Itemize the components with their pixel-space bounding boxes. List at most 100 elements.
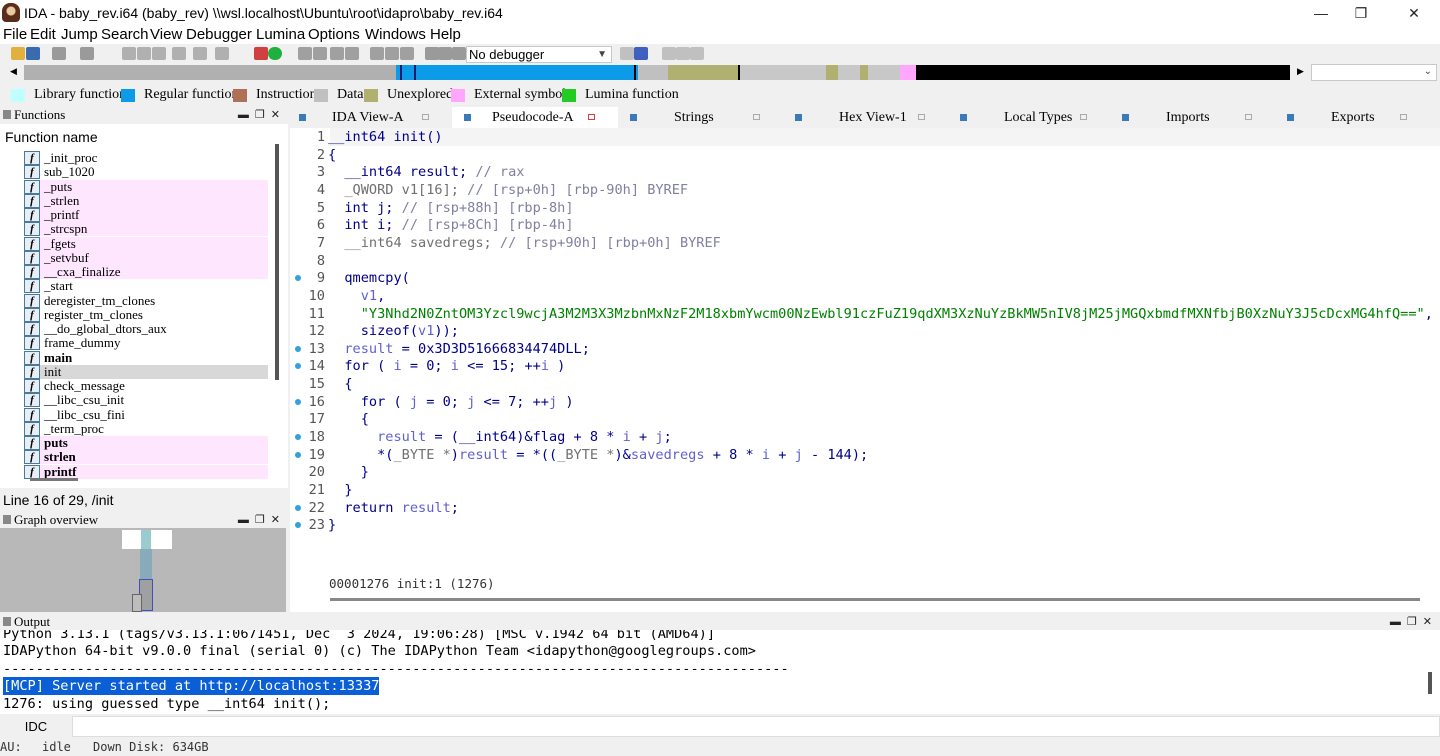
function-row[interactable]: f __do_global_dtors_aux (24, 322, 268, 336)
tab-close-icon[interactable] (918, 114, 925, 120)
segment-select[interactable]: ⌄ (1311, 64, 1437, 81)
function-row[interactable]: f printf (24, 464, 268, 479)
code-line[interactable]: 5 int j; // [rsp+88h] [rbp-8h] (290, 199, 1440, 217)
debugger-select[interactable]: No debugger ▼ (466, 46, 612, 63)
tab-close-icon[interactable] (753, 114, 760, 120)
idc-language-button[interactable]: IDC (0, 716, 72, 737)
breakpoint-marker-icon[interactable] (295, 345, 301, 352)
function-row[interactable]: f init (24, 364, 268, 379)
code-line[interactable]: 1 __int64 init() (290, 128, 1440, 146)
code-line[interactable]: 4 _QWORD v1[16]; // [rsp+0h] [rbp-90h] B… (290, 181, 1440, 199)
code-line[interactable]: 3 __int64 result; // rax (290, 163, 1440, 181)
tracing-icon[interactable] (676, 47, 690, 60)
function-row[interactable]: f _term_proc (24, 421, 268, 436)
code-line[interactable]: 22 return result; (290, 499, 1440, 517)
menu-search[interactable]: Search (101, 26, 149, 44)
menu-help[interactable]: Help (430, 26, 461, 44)
code-line[interactable]: 15 { (290, 375, 1440, 393)
function-row[interactable]: f main (24, 350, 268, 365)
menu-windows[interactable]: Windows (365, 26, 426, 44)
panel-grip-icon[interactable] (3, 515, 11, 524)
forward-icon[interactable] (80, 47, 94, 60)
back-icon[interactable] (52, 47, 66, 60)
struct-icon[interactable] (298, 47, 312, 60)
function-row[interactable]: f _start (24, 279, 268, 294)
panel-grip-icon[interactable] (3, 617, 11, 626)
code-line[interactable]: 19 *(_BYTE *)result = *((_BYTE *)&savedr… (290, 446, 1440, 464)
maximize-button[interactable]: ❐ (1338, 0, 1384, 26)
tab-pseudocode-a[interactable]: Pseudocode-A (452, 107, 618, 128)
tab-imports[interactable]: Imports (1110, 107, 1275, 128)
function-row[interactable]: f _setvbuf (24, 250, 268, 265)
function-row[interactable]: f __libc_csu_init (24, 393, 268, 408)
menu-debugger[interactable]: Debugger (186, 26, 252, 44)
code-line[interactable]: 21 } (290, 481, 1440, 499)
step-over-icon[interactable] (634, 47, 648, 60)
nav-left-arrow-icon[interactable]: ◀ (10, 66, 17, 77)
tab-close-icon[interactable] (1400, 114, 1407, 120)
tab-close-icon[interactable] (1080, 114, 1087, 120)
code-line[interactable]: 2{ (290, 146, 1440, 164)
tab-close-icon[interactable] (422, 114, 429, 120)
function-name-column-header[interactable]: Function name (5, 129, 98, 145)
breakpoint-list-icon[interactable] (662, 47, 676, 60)
output-window[interactable]: Python 3.13.1 (tags/v3.13.1:0671451, Dec… (0, 630, 1440, 714)
tab-local-types[interactable]: Local Types (948, 107, 1110, 128)
function-row[interactable]: f strlen (24, 450, 268, 465)
breakpoint-marker-icon[interactable] (295, 434, 301, 441)
code-line[interactable]: 12 sizeof(v1)); (290, 322, 1440, 340)
code-line[interactable]: 10 v1, (290, 287, 1440, 305)
functions-hscrollbar[interactable] (30, 478, 78, 481)
code-line[interactable]: 6 int i; // [rsp+8Ch] [rbp-4h] (290, 216, 1440, 234)
lumina-icon[interactable] (268, 47, 282, 60)
close-button[interactable]: ✕ (1391, 0, 1437, 26)
function-row[interactable]: f __cxa_finalize (24, 265, 268, 279)
panel-controls[interactable]: ▬❐✕ (238, 512, 286, 528)
breakpoint-marker-icon[interactable] (295, 522, 301, 529)
function-row[interactable]: f deregister_tm_clones (24, 293, 268, 308)
tab-close-icon[interactable] (1245, 114, 1252, 120)
tab-hex-view-1[interactable]: Hex View-1 (783, 107, 948, 128)
breakpoint-marker-icon[interactable] (295, 504, 301, 511)
menu-jump[interactable]: Jump (61, 26, 98, 44)
graph-overview[interactable] (0, 528, 286, 612)
play-icon[interactable] (425, 47, 439, 60)
pause-icon[interactable] (438, 47, 452, 60)
graph-icon[interactable] (254, 47, 268, 60)
menu-lumina[interactable]: Lumina (256, 26, 305, 44)
menu-options[interactable]: Options (308, 26, 360, 44)
breakpoint-marker-icon[interactable] (295, 363, 301, 370)
open-icon[interactable] (11, 47, 25, 60)
pseudocode-view[interactable]: 1 __int64 init() 2{3 __int64 result; // ra… (290, 128, 1440, 612)
menu-file[interactable]: File (3, 26, 27, 44)
panel-controls[interactable]: ▬❐✕ (238, 107, 286, 123)
panel-grip-icon[interactable] (3, 110, 11, 119)
navigator-bar[interactable] (24, 65, 1290, 80)
strings-icon[interactable] (385, 47, 399, 60)
output-scrollbar[interactable] (1428, 672, 1432, 694)
function-row[interactable]: f _init_proc (24, 151, 268, 165)
function-row[interactable]: f _fgets (24, 236, 268, 251)
list-icon[interactable] (122, 47, 136, 60)
code-line[interactable]: 17 { (290, 410, 1440, 428)
save-icon[interactable] (26, 47, 40, 60)
segment-icon[interactable] (330, 47, 344, 60)
text-search-icon[interactable] (152, 47, 166, 60)
code-line[interactable]: 23} (290, 516, 1440, 534)
code-line[interactable]: 14 for ( i = 0; i <= 15; ++i ) (290, 357, 1440, 375)
binary-search-icon[interactable] (137, 47, 151, 60)
tab-strings[interactable]: Strings (618, 107, 783, 128)
panel-controls[interactable]: ▬❐✕ (1390, 614, 1438, 630)
function-row[interactable]: f __libc_csu_fini (24, 407, 268, 422)
functions-scrollbar[interactable] (275, 144, 279, 380)
breakpoint-marker-icon[interactable] (295, 398, 301, 405)
code-icon[interactable] (215, 47, 229, 60)
menu-edit[interactable]: Edit (30, 26, 56, 44)
breakpoint-marker-icon[interactable] (295, 275, 301, 282)
down-arrow-icon[interactable] (193, 47, 207, 60)
code-line[interactable]: 7 __int64 savedregs; // [rsp+90h] [rbp+0… (290, 234, 1440, 252)
menu-view[interactable]: View (150, 26, 182, 44)
code-line[interactable]: 16 for ( j = 0; j <= 7; ++j ) (290, 393, 1440, 411)
function-row[interactable]: f _strcspn (24, 222, 268, 237)
tab-exports[interactable]: Exports (1275, 107, 1430, 128)
